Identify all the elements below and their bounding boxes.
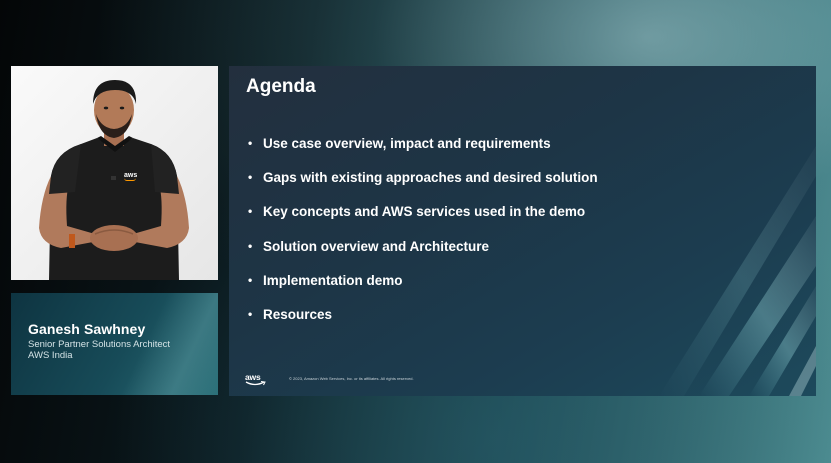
presenter-name-card: Ganesh Sawhney Senior Partner Solutions …	[11, 293, 218, 395]
bullet-icon: •	[248, 306, 253, 321]
aws-logo-icon: aws	[245, 372, 267, 386]
slide-light-rays	[659, 146, 816, 396]
bullet-icon: •	[248, 272, 253, 287]
presenter-video: aws	[11, 66, 218, 280]
agenda-item-text: Resources	[263, 306, 333, 322]
presenter-name: Ganesh Sawhney	[28, 321, 146, 337]
bullet-icon: •	[248, 238, 253, 253]
bullet-icon: •	[248, 204, 253, 219]
video-stage: aws Ganesh Sawhney Senior Partner Soluti…	[0, 0, 831, 463]
bullet-icon: •	[248, 136, 253, 150]
presenter-role: Senior Partner Solutions Architect	[28, 339, 171, 350]
agenda-item-text: Implementation demo	[263, 272, 403, 288]
shirt-aws-logo: aws	[124, 172, 137, 181]
shirt-logo-text: aws	[124, 172, 138, 179]
presenter-org: AWS India	[28, 350, 73, 361]
copyright-text: © 2023, Amazon Web Services, Inc. or its…	[289, 376, 414, 381]
agenda-item-text: Gaps with existing approaches and desire…	[263, 170, 598, 186]
agenda-item-text: Use case overview, impact and requiremen…	[263, 136, 551, 151]
agenda-item-text: Key concepts and AWS services used in th…	[263, 204, 586, 220]
presenter-image	[11, 66, 218, 280]
aws-smile-icon	[245, 381, 266, 386]
bullet-icon: •	[248, 170, 253, 185]
presentation-slide: Agenda • Use case overview, impact and r…	[229, 66, 816, 396]
agenda-item-text: Solution overview and Architecture	[263, 238, 490, 254]
slide-title: Agenda	[246, 76, 316, 97]
